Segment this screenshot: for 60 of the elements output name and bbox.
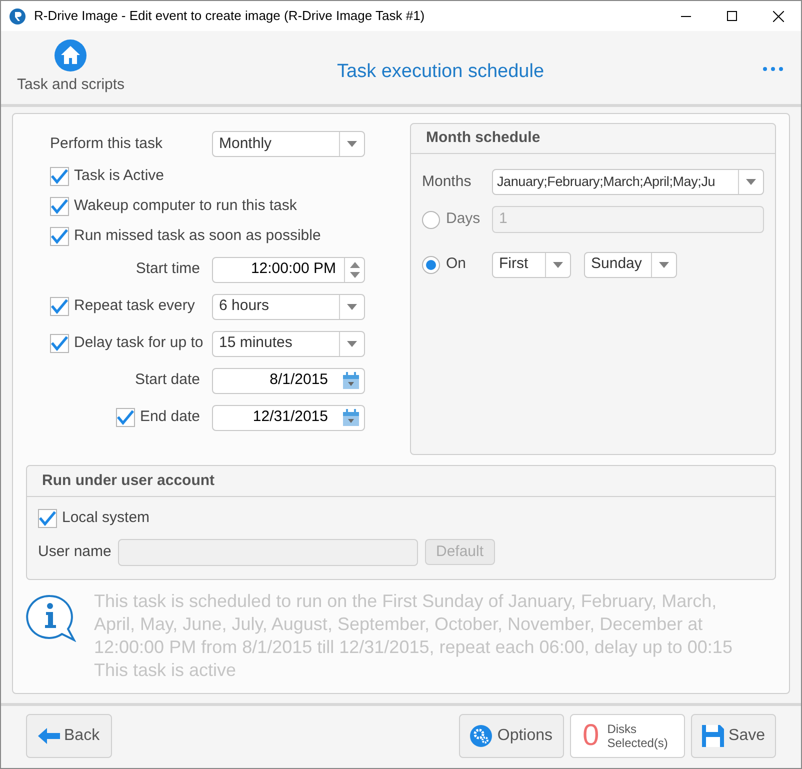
months-dropdown[interactable]: January;February;March;April;May;Ju <box>492 169 764 195</box>
page-title: Task execution schedule <box>337 60 544 84</box>
arrow-left-icon <box>38 728 60 744</box>
save-button[interactable]: Save <box>690 714 776 758</box>
checkbox[interactable] <box>50 196 69 216</box>
app-logo-icon <box>9 8 26 24</box>
group-title: Run under user account <box>42 470 215 491</box>
radio-button[interactable] <box>422 256 440 274</box>
caret-icon <box>659 262 669 268</box>
caret-icon <box>347 141 357 147</box>
checkbox[interactable] <box>116 408 135 427</box>
calendar-icon[interactable] <box>342 408 360 426</box>
date-field[interactable]: 8/1/2015 <box>212 368 365 394</box>
more-icon[interactable] <box>763 67 783 71</box>
disks-count: 0 <box>582 721 600 751</box>
field-label: User name <box>38 542 112 562</box>
maximize-icon[interactable] <box>727 11 737 21</box>
spin-arrows-icon[interactable] <box>350 262 360 278</box>
checkbox[interactable] <box>38 508 57 528</box>
home-icon <box>54 38 88 72</box>
group-title: Month schedule <box>426 128 540 148</box>
field-label: Repeat task every <box>74 296 195 316</box>
option-label: Days <box>446 209 480 230</box>
dropdown[interactable]: Sunday <box>584 252 677 278</box>
disks-label: Disks Selected(s) <box>607 722 669 750</box>
calendar-icon[interactable] <box>342 372 360 390</box>
months-label: Months <box>422 172 472 192</box>
field-label: Start time <box>136 259 200 280</box>
option-label: On <box>446 254 466 274</box>
close-icon[interactable] <box>772 10 784 22</box>
field-label: Run missed task as soon as possible <box>74 226 321 246</box>
field-label: Task is Active <box>74 166 164 186</box>
field-label: Start date <box>134 370 200 390</box>
caret-icon <box>347 304 357 310</box>
dropdown[interactable]: 6 hours <box>212 294 365 320</box>
user-name-field[interactable] <box>118 538 418 566</box>
time-field[interactable]: 12:00:00 PM <box>212 256 365 282</box>
dropdown[interactable]: First <box>492 252 571 278</box>
info-icon <box>26 594 76 642</box>
checkbox[interactable] <box>50 334 69 353</box>
date-field[interactable]: 12/31/2015 <box>212 404 365 430</box>
dropdown[interactable]: 15 minutes <box>212 330 365 356</box>
gears-icon <box>470 725 492 747</box>
field-label: Delay task for up to <box>74 333 204 354</box>
checkbox[interactable] <box>50 166 69 186</box>
caret-icon <box>553 262 563 268</box>
window-title: R-Drive Image - Edit event to create image (R-Drive Image Task #1) <box>34 7 425 26</box>
checkbox-label: Local system <box>62 508 150 528</box>
caret-icon <box>347 340 357 346</box>
field-label: Wakeup computer to run this task <box>74 196 297 216</box>
caret-icon <box>746 179 756 185</box>
back-button[interactable]: Back <box>26 714 112 758</box>
home-button[interactable]: Task and scripts <box>17 38 125 96</box>
options-button[interactable]: Options <box>459 714 564 758</box>
checkbox[interactable] <box>50 297 69 316</box>
checkbox[interactable] <box>50 226 69 246</box>
dropdown[interactable]: Monthly <box>212 131 365 157</box>
field-label: Perform this task <box>50 135 163 152</box>
field-label: End date <box>140 407 200 428</box>
radio-button[interactable] <box>422 210 440 228</box>
